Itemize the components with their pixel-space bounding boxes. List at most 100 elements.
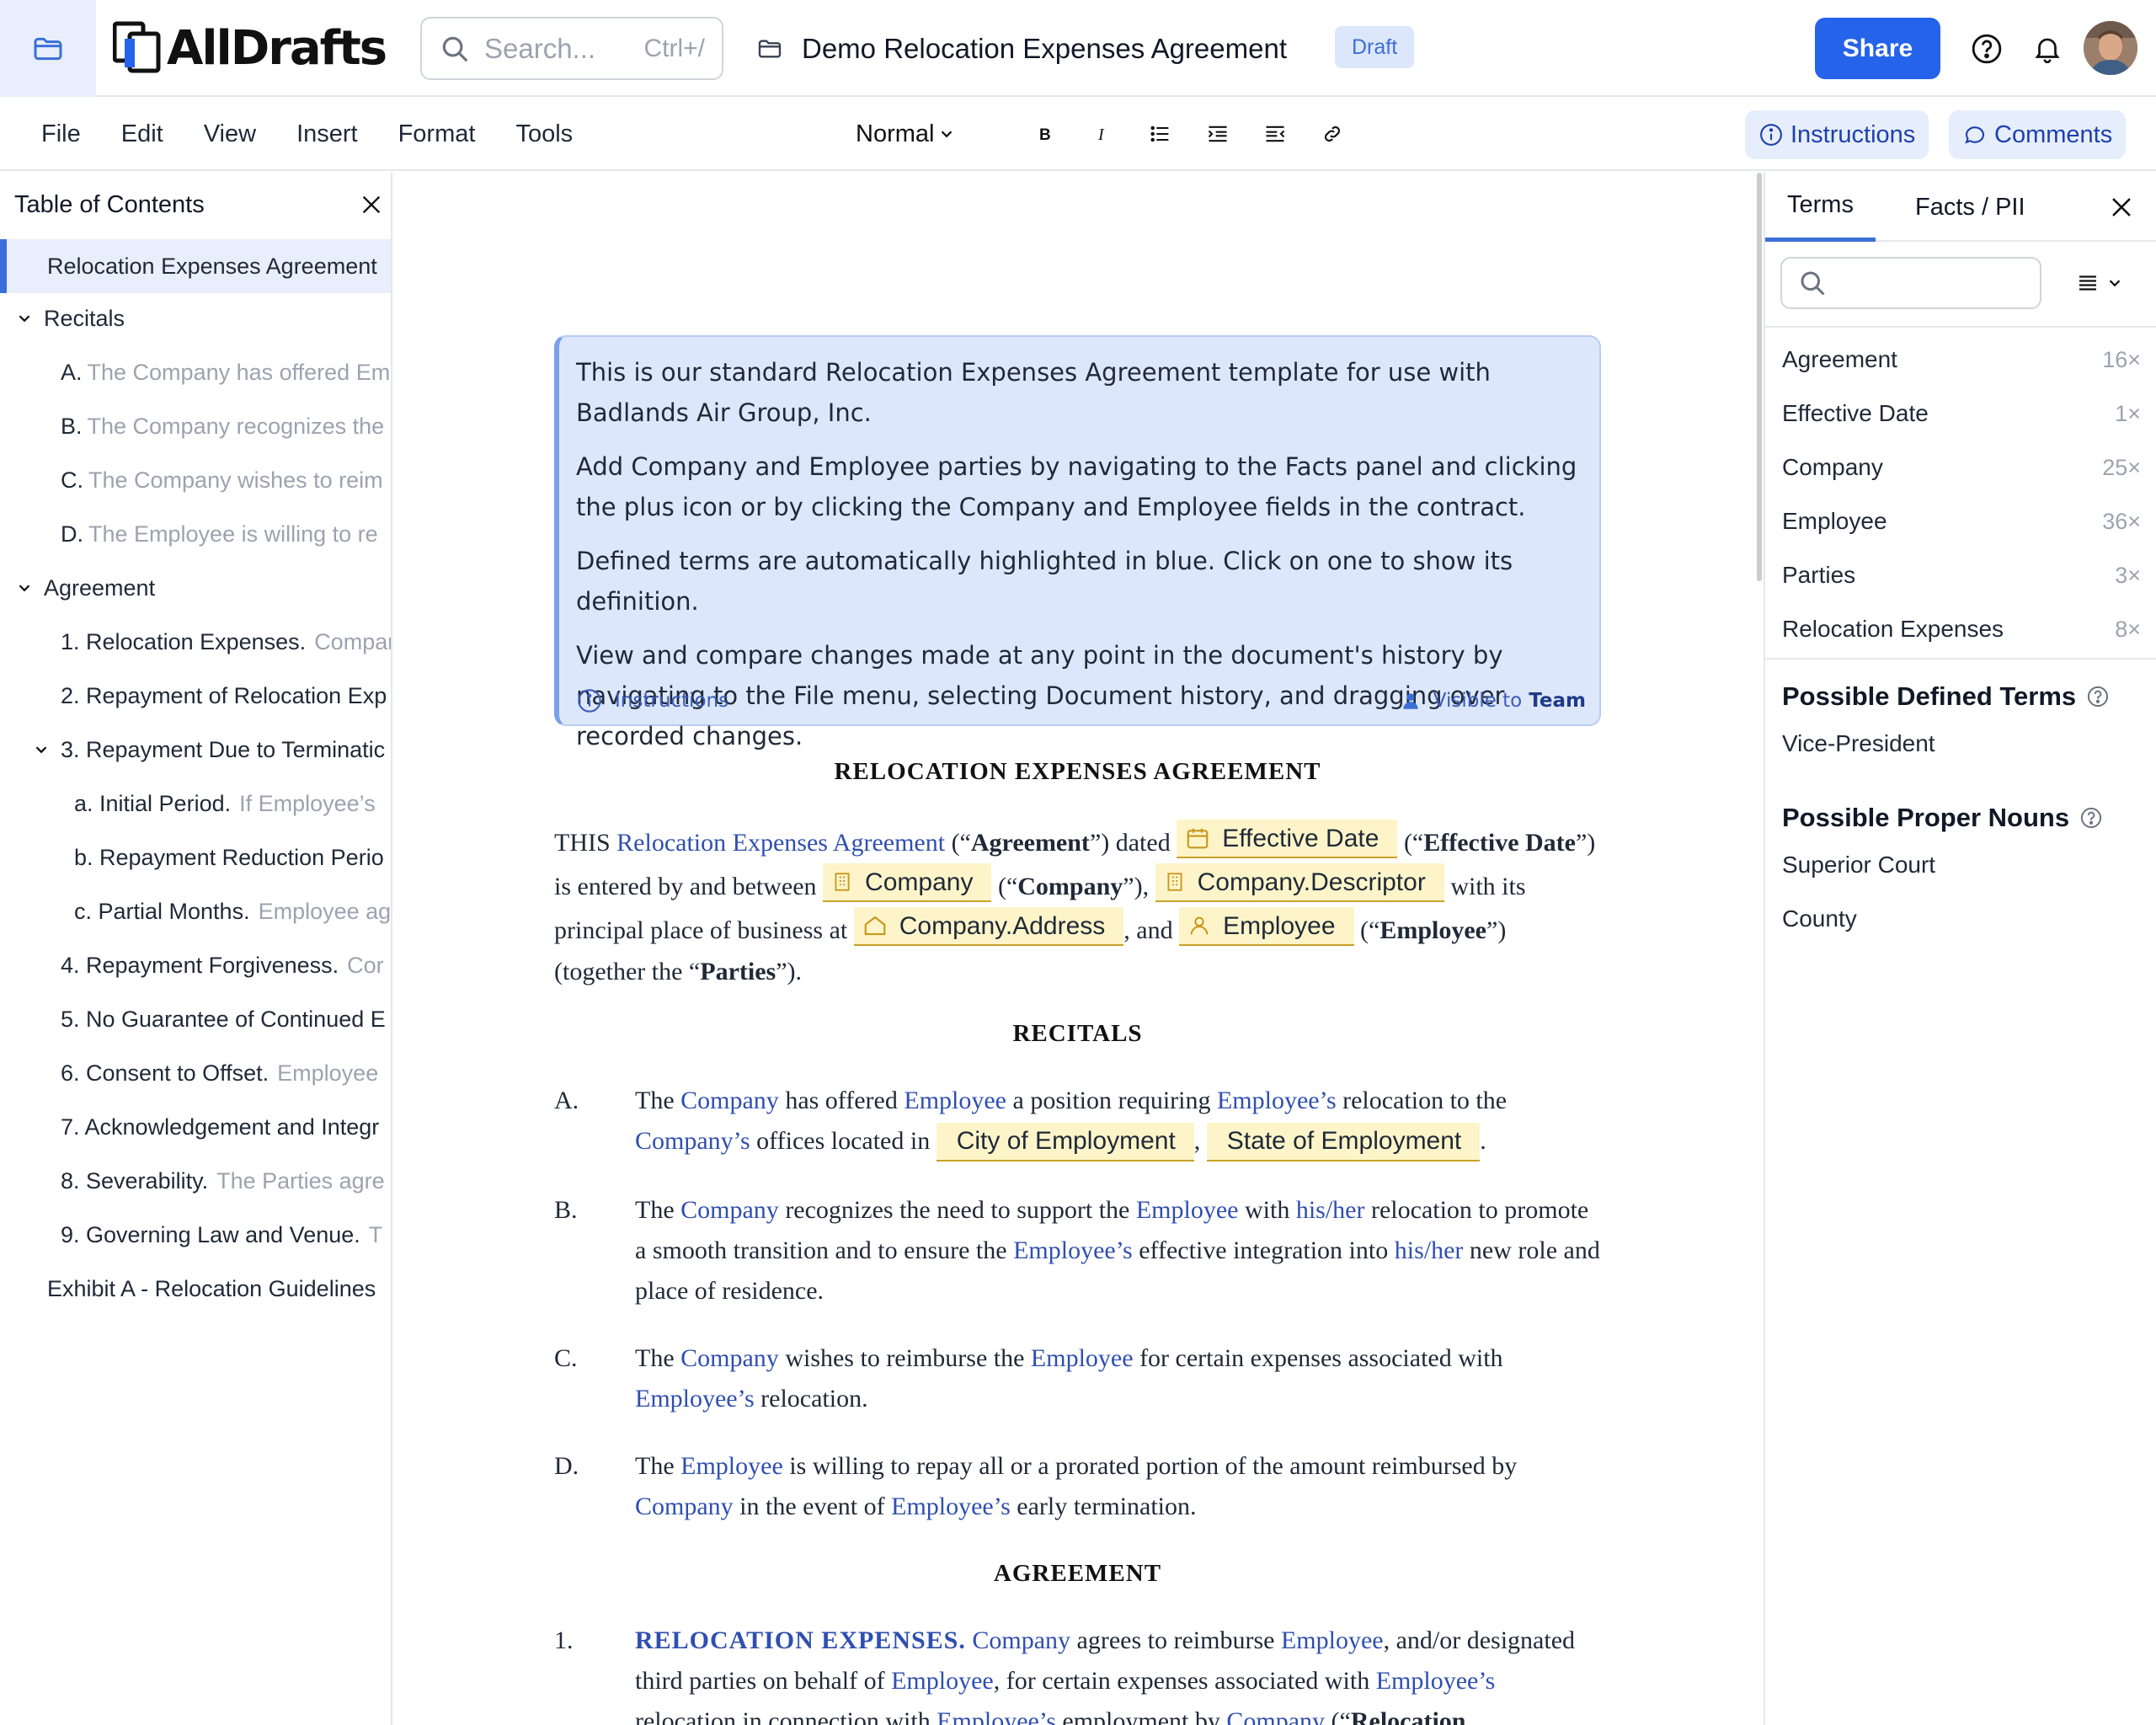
italic-button[interactable]: I xyxy=(1086,119,1117,149)
folder-button[interactable] xyxy=(0,0,96,97)
defined-term[interactable]: Company xyxy=(635,1493,734,1520)
chevron-down-icon[interactable] xyxy=(32,740,51,759)
link-button[interactable] xyxy=(1317,119,1348,149)
help-icon[interactable] xyxy=(2086,685,2110,708)
menu-edit[interactable]: Edit xyxy=(121,120,163,148)
toc-item-section-5[interactable]: 5. No Guarantee of Continued E xyxy=(0,992,391,1046)
paragraph-style-select[interactable]: Normal xyxy=(856,115,956,152)
recital-a[interactable]: A. The Company has offered Employee a po… xyxy=(554,1081,1601,1165)
toc-item-section-2[interactable]: 2. Repayment of Relocation Exp xyxy=(0,669,391,723)
toc-item-title[interactable]: Relocation Expenses Agreement xyxy=(0,239,391,293)
chevron-down-icon[interactable] xyxy=(15,309,34,328)
toc-item-section-6[interactable]: 6. Consent to Offset. Employee xyxy=(0,1046,391,1100)
toc-item-recital-b[interactable]: B. The Company recognizes the xyxy=(0,399,391,453)
terms-search-input[interactable] xyxy=(1780,257,2041,309)
section-1[interactable]: 1. RELOCATION EXPENSES. Company agrees t… xyxy=(554,1621,1601,1725)
toc-item-section-3a[interactable]: a. Initial Period. If Employee’s xyxy=(0,777,391,830)
field-state-of-employment[interactable]: State of Employment xyxy=(1206,1123,1481,1162)
recital-b[interactable]: B. The Company recognizes the need to su… xyxy=(554,1190,1601,1316)
field-employee[interactable]: Employee xyxy=(1179,907,1354,946)
tab-facts-pii[interactable]: Facts / PII xyxy=(1898,173,2042,242)
field-city-of-employment[interactable]: City of Employment xyxy=(936,1123,1194,1162)
visibility-indicator[interactable]: Visible to Team xyxy=(1400,681,1586,721)
defined-term[interactable]: his/her xyxy=(1395,1236,1464,1264)
defined-term[interactable]: Employee’s xyxy=(937,1707,1056,1725)
field-company[interactable]: Company xyxy=(823,863,992,902)
menu-view[interactable]: View xyxy=(204,120,256,148)
defined-term[interactable]: Employee xyxy=(1281,1626,1384,1654)
notifications-button[interactable] xyxy=(2031,32,2065,66)
defined-term[interactable]: Employee xyxy=(1136,1196,1239,1224)
outdent-button[interactable] xyxy=(1260,119,1290,149)
toc-item-recitals[interactable]: Recitals xyxy=(0,291,391,345)
close-icon[interactable] xyxy=(2107,193,2136,222)
help-button[interactable] xyxy=(1970,32,2004,66)
menu-insert[interactable]: Insert xyxy=(296,120,358,148)
defined-term[interactable]: Employee’s xyxy=(1013,1236,1133,1264)
app-logo[interactable]: AllDrafts xyxy=(113,19,387,77)
toc-item-recital-d[interactable]: D. The Employee is willing to re xyxy=(0,507,391,561)
menu-file[interactable]: File xyxy=(41,120,81,148)
toc-item-section-4[interactable]: 4. Repayment Forgiveness. Cor xyxy=(0,938,391,992)
tab-terms[interactable]: Terms xyxy=(1765,173,1876,242)
close-icon[interactable] xyxy=(358,191,385,218)
chevron-down-icon[interactable] xyxy=(15,579,34,597)
field-effective-date[interactable]: Effective Date xyxy=(1177,820,1398,858)
term-row[interactable]: Parties 3× xyxy=(1782,548,2141,602)
possible-defined-term[interactable]: Vice-President xyxy=(1782,730,1935,757)
toc-item-section-9[interactable]: 9. Governing Law and Venue. T xyxy=(0,1208,391,1262)
defined-term[interactable]: Employee xyxy=(904,1087,1006,1114)
toc-item-section-3[interactable]: 3. Repayment Due to Terminatic xyxy=(0,723,391,777)
term-row[interactable]: Employee 36× xyxy=(1782,494,2141,548)
field-company-descriptor[interactable]: Company.Descriptor xyxy=(1155,863,1444,902)
toc-item-section-3b[interactable]: b. Repayment Reduction Perio xyxy=(0,830,391,884)
bold-button[interactable]: B xyxy=(1029,119,1059,149)
toc-item-exhibit-a[interactable]: Exhibit A - Relocation Guidelines xyxy=(0,1262,391,1316)
toc-item-recital-a[interactable]: A. The Company has offered Em xyxy=(0,345,391,399)
defined-term[interactable]: Company xyxy=(680,1196,779,1224)
field-company-address[interactable]: Company.Address xyxy=(853,907,1124,946)
defined-term[interactable]: Employee xyxy=(1031,1344,1134,1372)
toc-item-section-7[interactable]: 7. Acknowledgement and Integr xyxy=(0,1100,391,1154)
recital-d[interactable]: D. The Employee is willing to repay all … xyxy=(554,1446,1601,1530)
term-row[interactable]: Agreement 16× xyxy=(1782,333,2141,387)
defined-term[interactable]: Company’s xyxy=(635,1127,750,1155)
toc-item-agreement[interactable]: Agreement xyxy=(0,561,391,615)
defined-term[interactable]: Employee xyxy=(680,1452,783,1480)
toc-item-section-8[interactable]: 8. Severability. The Parties agre xyxy=(0,1154,391,1208)
document-scrollbar[interactable] xyxy=(1757,173,1762,581)
global-search[interactable]: Search... Ctrl+/ xyxy=(420,17,723,80)
possible-proper-noun[interactable]: Superior Court xyxy=(1782,852,1935,879)
bulleted-list-button[interactable] xyxy=(1145,119,1176,149)
toc-item-recital-c[interactable]: C. The Company wishes to reim xyxy=(0,453,391,507)
comments-toggle[interactable]: Comments xyxy=(1949,110,2127,159)
terms-sort-menu[interactable] xyxy=(2075,270,2124,296)
document-title-area[interactable]: Demo Relocation Expenses Agreement xyxy=(756,24,1287,74)
menu-format[interactable]: Format xyxy=(398,120,476,148)
indent-button[interactable] xyxy=(1203,119,1233,149)
menu-tools[interactable]: Tools xyxy=(515,120,573,148)
instructions-box[interactable]: This is our standard Relocation Expenses… xyxy=(554,335,1601,750)
term-row[interactable]: Effective Date 1× xyxy=(1782,387,2141,441)
defined-term[interactable]: Relocation Expenses Agreement xyxy=(616,829,945,857)
help-icon[interactable] xyxy=(2079,806,2103,830)
share-button[interactable]: Share xyxy=(1815,18,1940,79)
possible-proper-noun[interactable]: County xyxy=(1782,905,1857,932)
defined-term[interactable]: Employee’s xyxy=(891,1493,1011,1520)
defined-term[interactable]: Employee’s xyxy=(635,1385,755,1413)
defined-term[interactable]: Employee’s xyxy=(1376,1667,1496,1695)
defined-term[interactable]: Company xyxy=(680,1087,779,1114)
toc-item-section-3c[interactable]: c. Partial Months. Employee ag xyxy=(0,884,391,938)
term-row[interactable]: Company 25× xyxy=(1782,441,2141,494)
defined-term[interactable]: his/her xyxy=(1296,1196,1365,1224)
toc-item-section-1[interactable]: 1. Relocation Expenses. Company xyxy=(0,615,391,669)
defined-term[interactable]: Company xyxy=(972,1626,1070,1654)
term-row[interactable]: Relocation Expenses 8× xyxy=(1782,602,2141,656)
defined-term[interactable]: Employee’s xyxy=(1217,1087,1337,1114)
defined-term[interactable]: Employee xyxy=(891,1667,994,1695)
defined-term[interactable]: Company xyxy=(1226,1707,1325,1725)
instructions-toggle[interactable]: Instructions xyxy=(1745,110,1929,159)
user-avatar[interactable] xyxy=(2084,21,2137,75)
recital-c[interactable]: C. The Company wishes to reimburse the E… xyxy=(554,1338,1601,1423)
defined-term[interactable]: Company xyxy=(680,1344,779,1372)
